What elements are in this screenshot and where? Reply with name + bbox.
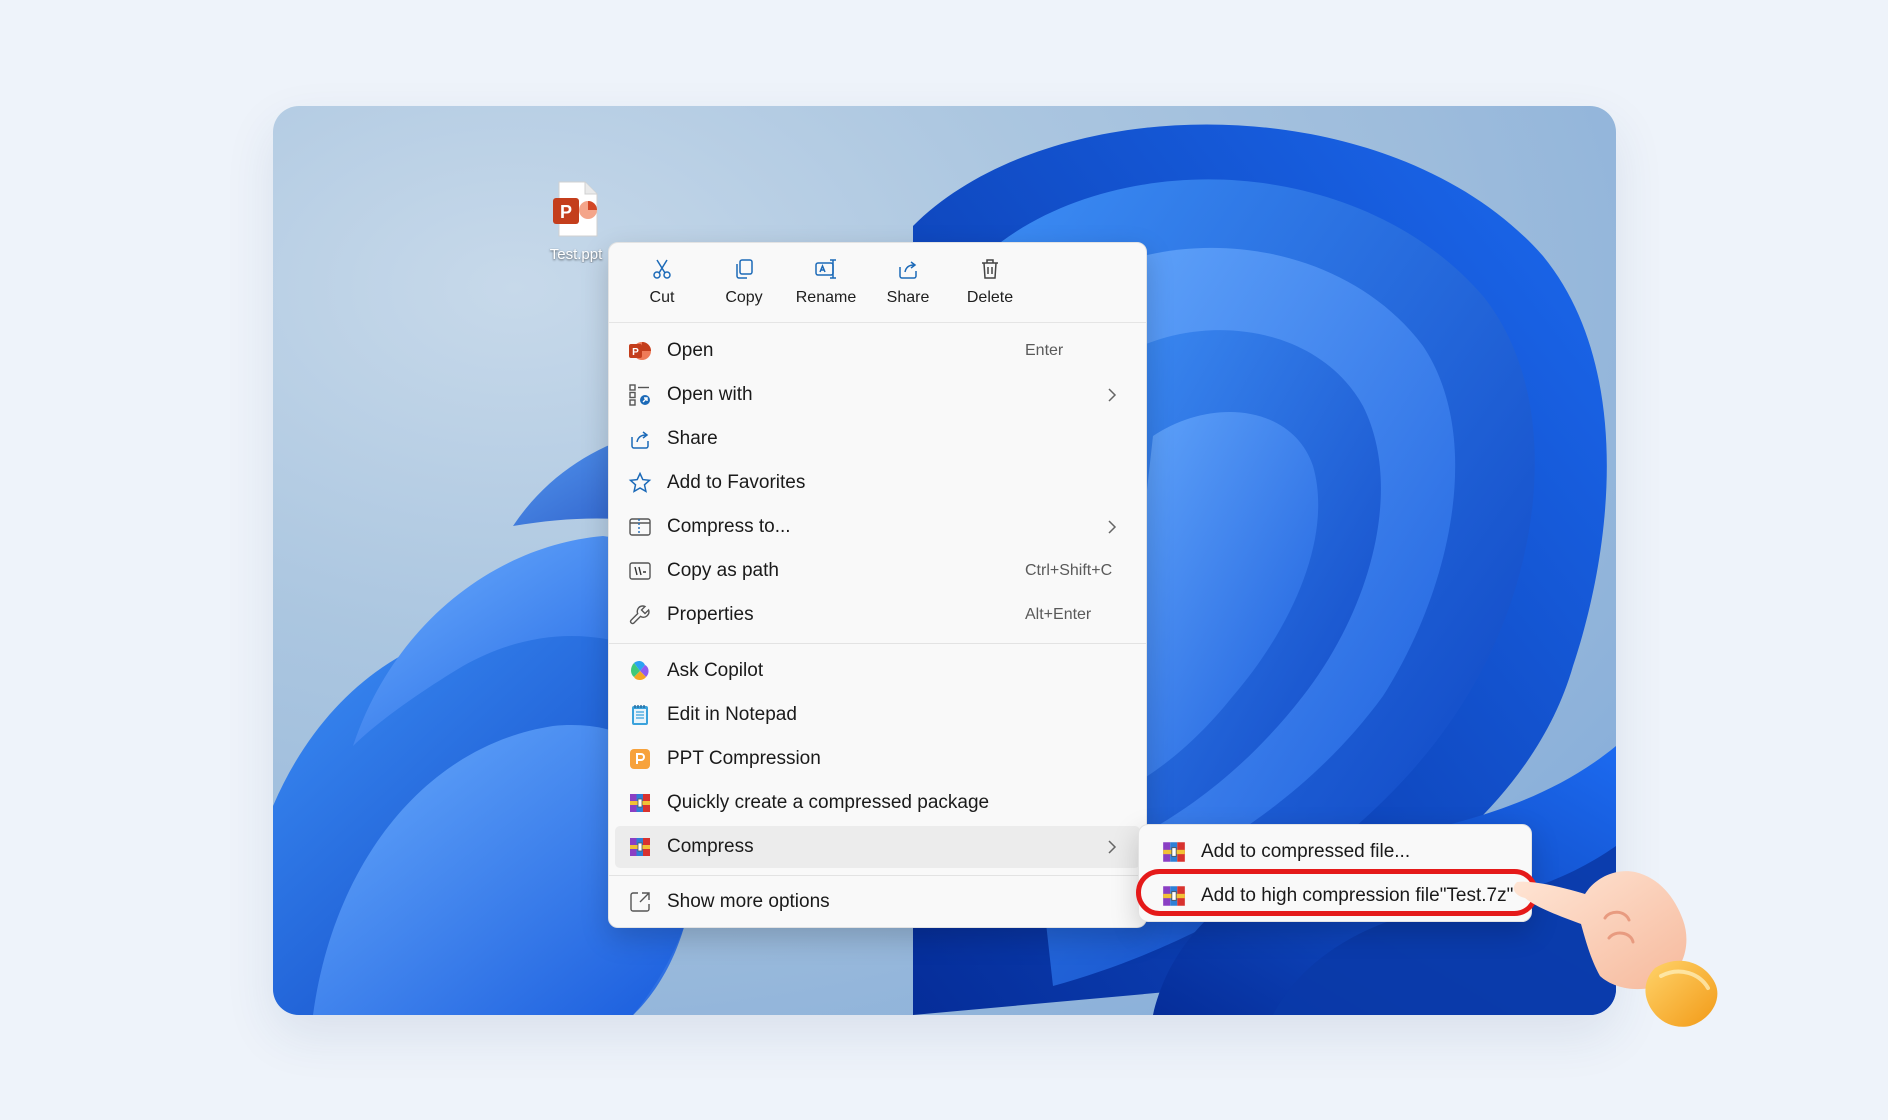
pointing-hand-icon: [1513, 871, 1718, 1027]
menu-item-ppt-compression[interactable]: PPT Compression: [615, 738, 1140, 780]
scissors-icon: [653, 259, 671, 279]
powerpoint-file-icon: P: [551, 180, 601, 238]
menu-item-compress-to[interactable]: Compress to...: [615, 506, 1140, 548]
zip-folder-icon: [627, 514, 653, 540]
share-label: Share: [886, 289, 930, 306]
share-toolbar-button[interactable]: Share: [867, 257, 949, 322]
menu-item-edit-in-notepad[interactable]: Edit in Notepad: [615, 694, 1140, 736]
menu-item-open[interactable]: P Open Enter: [615, 330, 1140, 372]
menu-item-label: Compress: [667, 836, 754, 857]
path-icon: [627, 558, 653, 584]
delete-label: Delete: [966, 289, 1014, 306]
ppt-compression-icon: [627, 746, 653, 772]
menu-item-show-more-options[interactable]: Show more options: [615, 881, 1140, 923]
context-menu: Cut Copy Rename Share Delete P Open Ente…: [608, 242, 1147, 928]
chevron-right-icon: [1108, 388, 1117, 402]
archive-icon: [1163, 842, 1185, 862]
menu-separator: [609, 643, 1146, 644]
copy-icon: [736, 259, 753, 279]
shortcut-label: Ctrl+Shift+C: [1025, 562, 1113, 579]
menu-item-quick-compressed-package[interactable]: Quickly create a compressed package: [615, 782, 1140, 824]
archive-icon: [627, 834, 653, 860]
rename-label: Rename: [795, 289, 857, 306]
chevron-right-icon: [1108, 840, 1117, 854]
menu-item-label: Share: [667, 428, 718, 449]
delete-button[interactable]: Delete: [949, 257, 1031, 322]
share-icon: [899, 261, 917, 279]
archive-icon: [627, 790, 653, 816]
context-menu-toolbar: Cut Copy Rename Share Delete: [609, 243, 1146, 323]
submenu-item-label: Add to compressed file...: [1201, 841, 1411, 862]
menu-item-label: Quickly create a compressed package: [667, 792, 990, 813]
menu-item-label: Open with: [667, 384, 753, 405]
copy-button[interactable]: Copy: [703, 257, 785, 322]
menu-item-label: Copy as path: [667, 560, 779, 581]
rename-icon: [815, 259, 836, 279]
menu-item-open-with[interactable]: Open with: [615, 374, 1140, 416]
menu-item-ask-copilot[interactable]: Ask Copilot: [615, 650, 1140, 692]
share-icon: [627, 426, 653, 452]
copy-label: Copy: [725, 289, 763, 306]
menu-item-copy-as-path[interactable]: Copy as path Ctrl+Shift+C: [615, 550, 1140, 592]
submenu-item-label: Add to high compression file"Test.7z": [1201, 885, 1514, 906]
notepad-icon: [627, 702, 653, 728]
copilot-icon: [627, 658, 653, 684]
open-with-icon: [627, 382, 653, 408]
menu-item-label: Open: [667, 340, 714, 361]
menu-item-label: Edit in Notepad: [667, 704, 797, 725]
rename-button[interactable]: Rename: [785, 257, 867, 322]
submenu-item-add-to-compressed-file[interactable]: Add to compressed file...: [1145, 831, 1525, 873]
star-icon: [627, 470, 653, 496]
archive-icon: [1163, 886, 1185, 906]
menu-item-properties[interactable]: Properties Alt+Enter: [615, 594, 1140, 636]
compress-submenu: Add to compressed file... Add to high co…: [1138, 824, 1532, 922]
menu-item-label: Show more options: [667, 891, 830, 912]
menu-item-label: Ask Copilot: [667, 660, 764, 681]
menu-item-label: PPT Compression: [667, 748, 821, 769]
more-options-icon: [627, 889, 653, 915]
menu-item-compress[interactable]: Compress: [615, 826, 1140, 868]
cut-button[interactable]: Cut: [621, 257, 703, 322]
menu-item-add-to-favorites[interactable]: Add to Favorites: [615, 462, 1140, 504]
menu-item-label: Add to Favorites: [667, 472, 806, 493]
menu-item-label: Properties: [667, 604, 754, 625]
svg-text:P: P: [560, 202, 572, 222]
shortcut-label: Alt+Enter: [1025, 606, 1092, 623]
file-name-label: Test.ppt: [549, 246, 603, 263]
menu-separator: [609, 875, 1146, 876]
menu-item-label: Compress to...: [667, 516, 791, 537]
cut-label: Cut: [649, 289, 675, 306]
shortcut-label: Enter: [1025, 342, 1064, 359]
chevron-right-icon: [1108, 520, 1117, 534]
trash-icon: [982, 259, 998, 279]
svg-text:P: P: [632, 347, 639, 358]
wrench-icon: [627, 602, 653, 628]
powerpoint-icon: P: [627, 338, 653, 364]
submenu-item-add-to-high-compression-file[interactable]: Add to high compression file"Test.7z": [1145, 875, 1525, 917]
desktop-file-test-pptx[interactable]: P Test.ppt: [541, 180, 611, 263]
menu-item-share[interactable]: Share: [615, 418, 1140, 460]
